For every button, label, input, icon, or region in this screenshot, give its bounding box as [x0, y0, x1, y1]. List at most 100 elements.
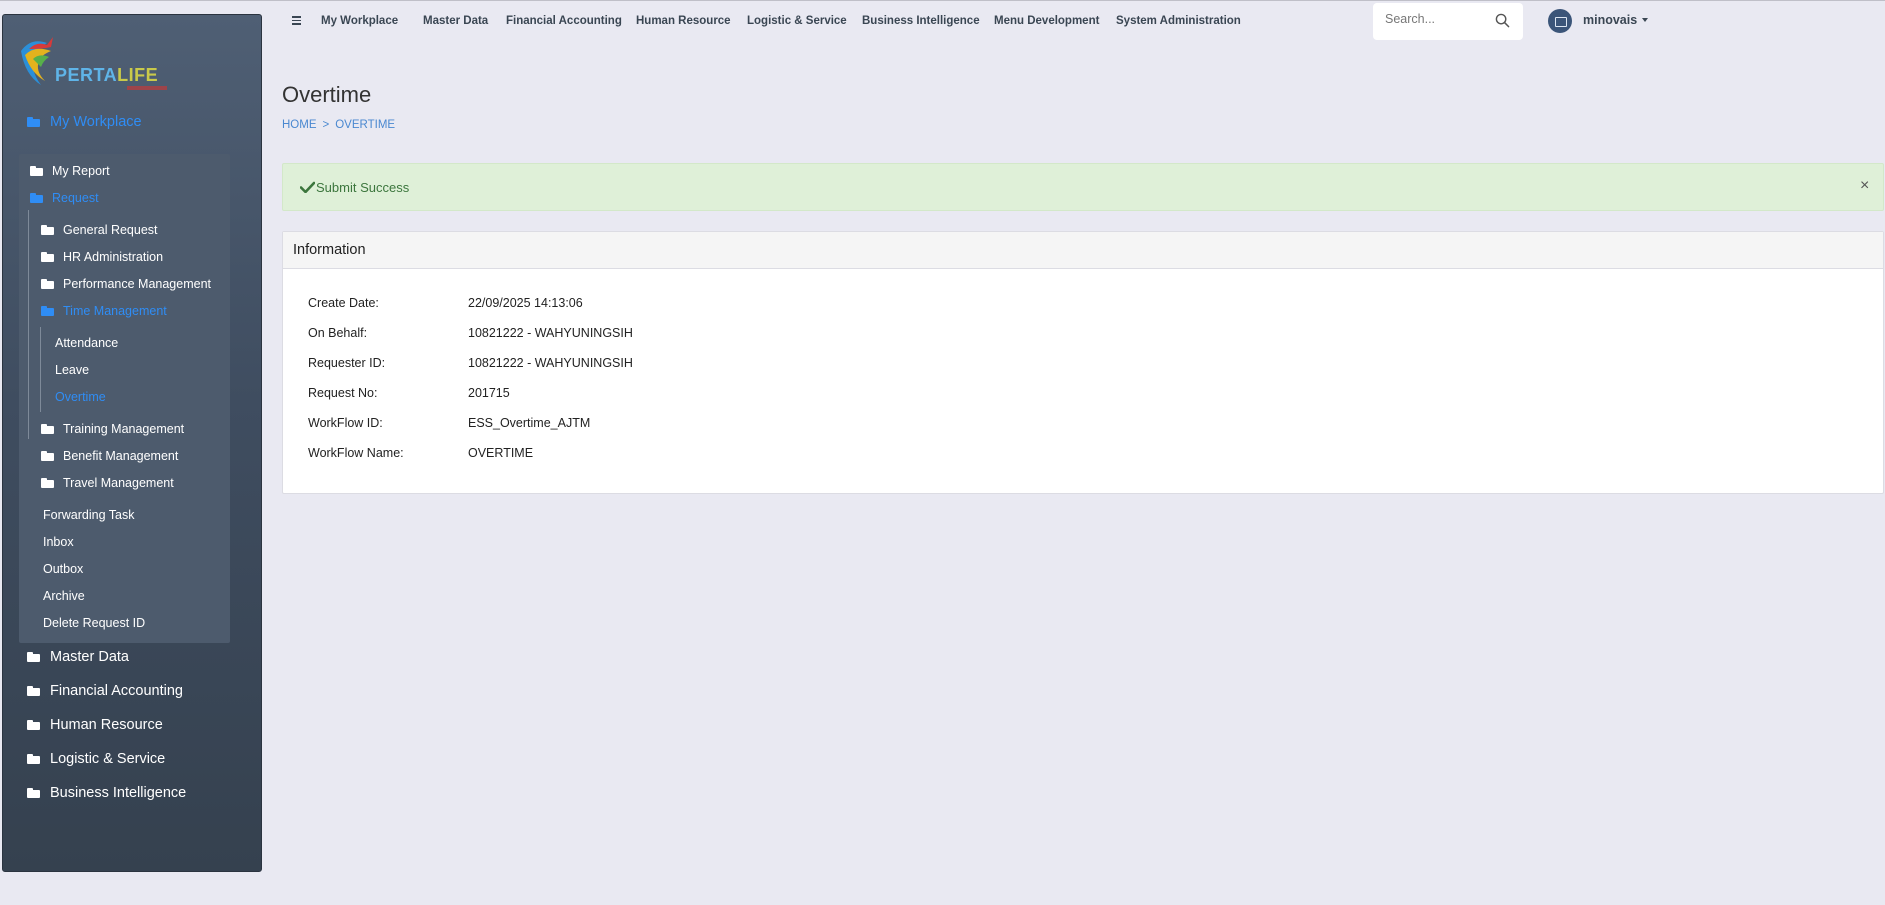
logo-wordmark: PERTALIFE	[55, 65, 159, 85]
sidebar-item-label: My Report	[52, 164, 110, 178]
search-input[interactable]	[1385, 12, 1485, 26]
search-box	[1373, 3, 1523, 40]
topnav-human-resource[interactable]: Human Resource	[636, 15, 731, 27]
sidebar-item-request[interactable]: Request	[30, 191, 99, 205]
breadcrumb-current: OVERTIME	[335, 119, 396, 131]
topnav-financial-accounting[interactable]: Financial Accounting	[506, 15, 622, 27]
folder-icon	[27, 686, 40, 696]
folder-icon	[41, 306, 54, 316]
info-value: 10821222 - WAHYUNINGSIH	[468, 326, 633, 340]
sidebar-item-label: Travel Management	[63, 476, 174, 490]
avatar[interactable]	[1548, 9, 1572, 33]
sidebar-item-label: Human Resource	[50, 717, 163, 733]
app-logo[interactable]: PERTALIFE	[17, 29, 167, 99]
sidebar-item-label: Performance Management	[63, 277, 211, 291]
info-label: On Behalf:	[308, 326, 368, 340]
sidebar-item-overtime[interactable]: Overtime	[55, 390, 106, 404]
info-label: Request No:	[308, 386, 378, 400]
folder-icon	[41, 279, 54, 289]
my-workplace-submenu: My Report Request General Request HR Adm…	[19, 154, 230, 643]
page-title: Overtime	[282, 82, 372, 107]
folder-icon	[27, 117, 40, 127]
sidebar-item-label: Financial Accounting	[50, 683, 183, 699]
info-value: OVERTIME	[468, 446, 534, 460]
info-value: 10821222 - WAHYUNINGSIH	[468, 356, 633, 370]
panel-header: Information	[283, 232, 1883, 269]
sidebar-item-my-report[interactable]: My Report	[30, 164, 110, 178]
sidebar-item-label: Benefit Management	[63, 449, 179, 463]
sidebar-item-label: Archive	[43, 589, 85, 603]
folder-icon	[41, 252, 54, 262]
sidebar-item-training-management[interactable]: Training Management	[41, 422, 184, 436]
sidebar-item-leave[interactable]: Leave	[55, 363, 89, 377]
topnav-business-intelligence[interactable]: Business Intelligence	[862, 15, 980, 27]
sidebar-item-label: My Workplace	[50, 114, 142, 130]
sidebar-item-label: Overtime	[55, 390, 106, 404]
folder-icon	[27, 754, 40, 764]
tree-line	[28, 210, 29, 439]
sidebar-item-my-workplace[interactable]: My Workplace	[27, 114, 142, 130]
sidebar-item-label: Time Management	[63, 304, 167, 318]
logo-tagline-bar	[127, 86, 167, 90]
sidebar-item-travel-management[interactable]: Travel Management	[41, 476, 174, 490]
sidebar-item-benefit-management[interactable]: Benefit Management	[41, 449, 178, 463]
folder-icon	[41, 225, 54, 235]
sidebar-item-label: HR Administration	[63, 250, 164, 264]
sidebar-item-label: Attendance	[55, 336, 119, 350]
sidebar-item-label: Forwarding Task	[43, 508, 135, 522]
sidebar-item-financial-accounting[interactable]: Financial Accounting	[27, 683, 183, 699]
topnav-master-data[interactable]: Master Data	[423, 15, 488, 27]
search-icon[interactable]	[1495, 13, 1510, 28]
sidebar-item-label: Master Data	[50, 649, 129, 665]
folder-icon	[30, 166, 43, 176]
sidebar-item-forwarding-task[interactable]: Forwarding Task	[43, 508, 134, 522]
sidebar-item-attendance[interactable]: Attendance	[55, 336, 118, 350]
topnav-system-administration[interactable]: System Administration	[1116, 15, 1241, 27]
sidebar-item-inbox[interactable]: Inbox	[43, 535, 74, 549]
sidebar-item-human-resource[interactable]: Human Resource	[27, 717, 163, 733]
sidebar-item-archive[interactable]: Archive	[43, 589, 85, 603]
breadcrumb: HOME > OVERTIME	[282, 119, 395, 131]
sidebar-item-label: Logistic & Service	[50, 751, 166, 767]
sidebar-item-delete-request-id[interactable]: Delete Request ID	[43, 616, 145, 630]
info-value: 201715	[468, 386, 510, 400]
user-menu-name[interactable]: minovais	[1583, 13, 1637, 27]
info-label: WorkFlow Name:	[308, 446, 404, 460]
sidebar-item-label: Training Management	[63, 422, 185, 436]
sidebar-item-outbox[interactable]: Outbox	[43, 562, 83, 576]
topnav-menu-development[interactable]: Menu Development	[994, 15, 1099, 27]
info-label: Requester ID:	[308, 356, 386, 370]
sidebar-item-business-intelligence[interactable]: Business Intelligence	[27, 785, 186, 801]
sidebar-item-label: Request	[52, 191, 99, 205]
hamburger-menu-icon[interactable]	[292, 16, 301, 25]
sidebar-item-label: Delete Request ID	[43, 616, 146, 630]
alert-message: Submit Success	[316, 180, 410, 195]
close-icon[interactable]: ×	[1860, 177, 1869, 195]
chevron-down-icon[interactable]	[1642, 18, 1648, 22]
topnav-my-workplace[interactable]: My Workplace	[321, 15, 398, 27]
sidebar-item-general-request[interactable]: General Request	[41, 223, 158, 237]
breadcrumb-home[interactable]: HOME	[282, 119, 317, 131]
folder-icon	[27, 652, 40, 662]
breadcrumb-separator: >	[322, 119, 330, 131]
folder-icon	[30, 193, 43, 203]
info-label: WorkFlow ID:	[308, 416, 383, 430]
sidebar-item-label: Leave	[55, 363, 90, 377]
tree-line	[40, 327, 41, 412]
information-panel: Information Create Date: 22/09/2025 14:1…	[282, 231, 1884, 494]
sidebar: PERTALIFE My Workplace My Report Request…	[2, 14, 262, 872]
info-value: ESS_Overtime_AJTM	[468, 416, 591, 430]
folder-icon	[27, 788, 40, 798]
sidebar-item-hr-administration[interactable]: HR Administration	[41, 250, 163, 264]
check-icon	[300, 181, 315, 193]
sidebar-item-label: Outbox	[43, 562, 84, 576]
sidebar-item-time-management[interactable]: Time Management	[41, 304, 167, 318]
sidebar-item-performance-management[interactable]: Performance Management	[41, 277, 211, 291]
folder-icon	[41, 478, 54, 488]
folder-icon	[41, 451, 54, 461]
topnav-logistic-service[interactable]: Logistic & Service	[747, 15, 847, 27]
folder-icon	[41, 424, 54, 434]
sidebar-item-logistic-service[interactable]: Logistic & Service	[27, 751, 165, 767]
sidebar-item-master-data[interactable]: Master Data	[27, 649, 129, 665]
info-label: Create Date:	[308, 296, 379, 310]
